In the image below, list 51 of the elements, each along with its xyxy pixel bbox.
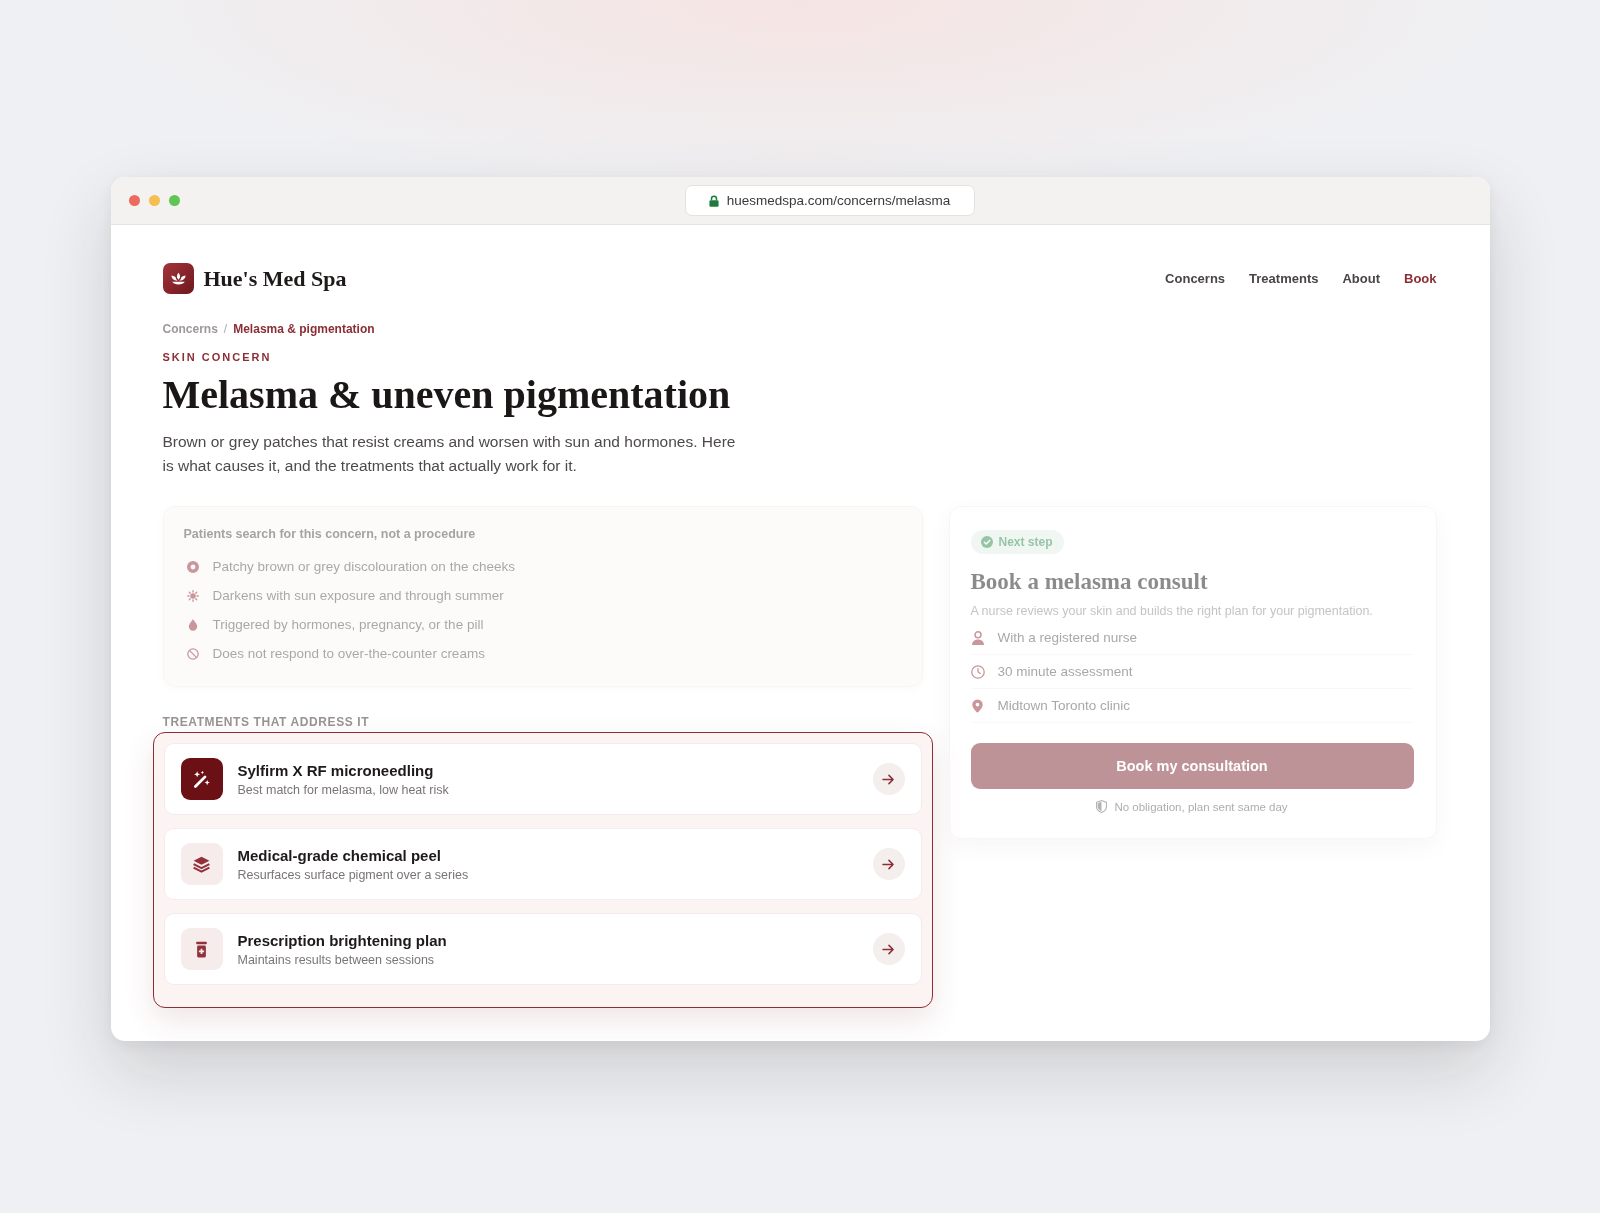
shield-icon <box>1096 800 1108 813</box>
ban-icon <box>186 647 199 660</box>
detail-text: Midtown Toronto clinic <box>997 698 1131 713</box>
arrow-right-icon <box>882 858 895 870</box>
symptom-text: Darkens with sun exposure and through summer <box>212 588 504 603</box>
window-close-icon[interactable] <box>128 195 140 206</box>
treatment-card[interactable]: Sylfirm X RF microneedling Best match for melasma, low heat risk <box>163 743 922 815</box>
drop-icon <box>186 618 199 631</box>
page-title: Melasma & uneven pigmentation <box>162 371 732 419</box>
arrow-button[interactable] <box>872 763 905 795</box>
breadcrumb-item: Melasma & pigmentation <box>233 322 375 336</box>
ring-icon <box>186 560 199 573</box>
intro-paragraph: Brown or grey patches that resist creams and worsen with sun and hormones. Here is what causes it, and the treatments that actually work for it. <box>162 432 737 476</box>
nav-link[interactable]: About <box>1342 271 1380 286</box>
treatment-title: Sylfirm X RF microneedling <box>237 761 434 779</box>
section-heading: TREATMENTS THAT ADDRESS IT <box>162 715 371 729</box>
card-description: A nurse reviews your skin and builds the right plan for your pigmentation. <box>970 603 1374 620</box>
eyebrow-label: SKIN CONCERN <box>162 351 273 363</box>
badge-label: Next step <box>998 535 1053 549</box>
treatment-description: Maintains results between sessions <box>237 952 435 967</box>
lock-icon <box>708 194 719 207</box>
treatment-title: Medical-grade chemical peel <box>237 846 441 864</box>
treatment-title: Prescription brightening plan <box>237 931 447 949</box>
arrow-right-icon <box>882 773 895 785</box>
nav-link[interactable]: Book <box>1404 271 1437 286</box>
symptom-text: Triggered by hormones, pregnancy, or the pill <box>212 617 484 632</box>
treatment-card[interactable]: Prescription brightening plan Maintains results between sessions <box>163 913 922 985</box>
clock-icon <box>970 664 985 679</box>
nav-link[interactable]: Treatments <box>1249 271 1319 286</box>
nav-link[interactable]: Concerns <box>1165 271 1226 286</box>
treatment-card[interactable]: Medical-grade chemical peel Resurfaces surface pigment over a series <box>163 828 922 900</box>
lotus-logo-icon[interactable] <box>162 263 194 294</box>
reassurance-note: No obligation, plan sent same day <box>1114 800 1288 813</box>
card-title: Book a melasma consult <box>970 568 1209 596</box>
person-icon <box>970 630 985 645</box>
detail-text: With a registered nurse <box>997 630 1138 645</box>
breadcrumb-separator: / <box>223 322 228 336</box>
map-pin-icon <box>971 698 983 713</box>
address-bar[interactable]: huesmedspa.com/concerns/melasma <box>684 185 975 216</box>
arrow-button[interactable] <box>872 848 905 880</box>
detail-text: 30 minute assessment <box>997 664 1133 679</box>
panel-title: Patients search for this concern, not a procedure <box>183 527 477 541</box>
symptom-text: Does not respond to over-the-counter creams <box>212 646 485 661</box>
treatment-description: Resurfaces surface pigment over a series <box>237 867 469 882</box>
arrow-right-icon <box>882 943 895 955</box>
symptom-text: Patchy brown or grey discolouration on the cheeks <box>212 559 515 574</box>
treatment-description: Best match for melasma, low heat risk <box>237 782 449 797</box>
check-circle-icon <box>980 536 993 548</box>
arrow-button[interactable] <box>872 933 905 965</box>
sun-icon <box>186 589 199 602</box>
brand-name[interactable]: Hue's Med Spa <box>203 265 347 292</box>
